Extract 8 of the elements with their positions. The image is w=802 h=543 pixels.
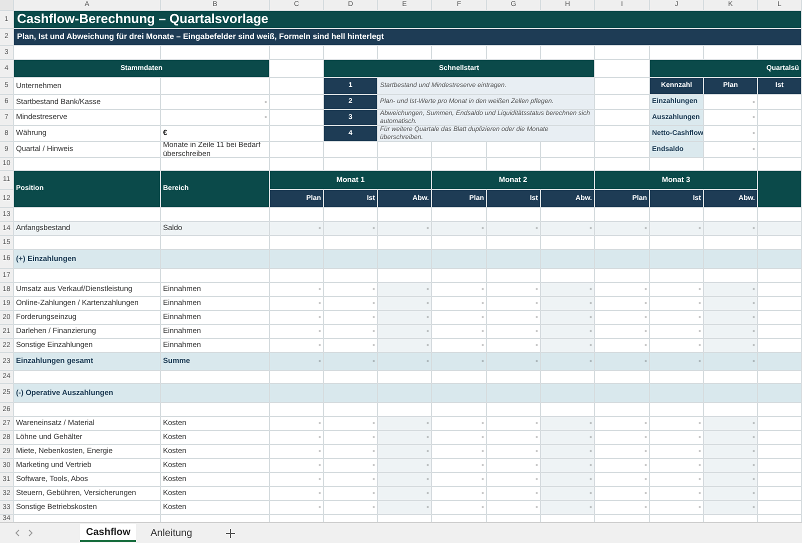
add-icon[interactable] (226, 528, 236, 538)
sheet-title: Cashflow-Berechnung – Quartalsvorlage (14, 11, 802, 29)
sheet-subtitle: Plan, Ist und Abweichung für drei Monate – Eingabefelder sind weiß, Formeln sind hell hinterlegt (14, 29, 802, 46)
empty-cell (758, 171, 802, 208)
sheet-tab[interactable]: Anleitung (144, 524, 198, 542)
chevron-right-icon[interactable] (28, 529, 34, 537)
sheet-tab[interactable]: Cashflow (80, 524, 136, 542)
chevron-left-icon[interactable] (14, 529, 20, 537)
